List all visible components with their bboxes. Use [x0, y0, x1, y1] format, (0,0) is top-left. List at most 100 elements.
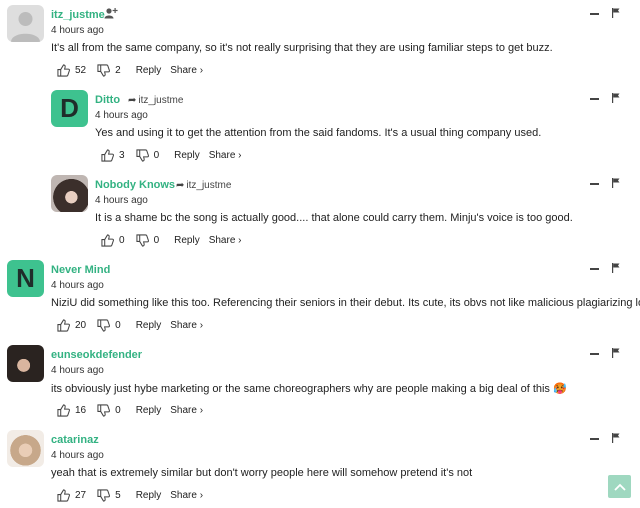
flag-icon[interactable] [612, 93, 620, 103]
downvote-button[interactable]: 0 [135, 233, 171, 247]
avatar[interactable] [51, 175, 88, 212]
dislike-count: 0 [153, 149, 160, 161]
reply-button[interactable]: Reply [174, 235, 200, 246]
reply-arrow-icon: ➦ [176, 180, 185, 191]
comment-text: Yes and using it to get the attention fr… [95, 127, 542, 139]
flag-icon[interactable] [612, 433, 620, 443]
like-count: 16 [75, 404, 87, 416]
minus-icon[interactable] [590, 98, 599, 100]
minus-icon[interactable] [590, 268, 599, 270]
reply-to-label[interactable]: ➦ itz_justme [176, 180, 231, 191]
comment-author[interactable]: Ditto [95, 94, 120, 106]
comment-actions: 20 0 Reply Share › [57, 317, 203, 333]
reply-button[interactable]: Reply [174, 150, 200, 161]
comment-timestamp[interactable]: 4 hours ago [51, 450, 104, 461]
comment-actions: 0 0 Reply Share › [101, 232, 242, 248]
comment-text: its obviously just hybe marketing or the… [51, 382, 567, 395]
avatar-letter: N [16, 263, 35, 293]
share-button[interactable]: Share › [170, 405, 203, 416]
add-user-icon[interactable] [104, 7, 118, 19]
default-user-icon [11, 12, 40, 42]
upvote-button[interactable]: 52 [57, 63, 97, 77]
like-count: 3 [119, 149, 125, 161]
thumbs-down-icon [97, 403, 111, 417]
reply-button[interactable]: Reply [136, 405, 162, 416]
reply-button[interactable]: Reply [136, 65, 162, 76]
comment-text: It's all from the same company, so it's … [51, 42, 553, 54]
downvote-button[interactable]: 0 [135, 148, 171, 162]
thumbs-up-icon [101, 233, 114, 247]
comment-text: NiziU did something like this too. Refer… [51, 297, 640, 309]
comment-actions: 27 5 Reply Share › [57, 487, 203, 503]
upvote-button[interactable]: 3 [101, 148, 136, 162]
dislike-count: 0 [153, 234, 160, 246]
dislike-count: 2 [115, 64, 121, 76]
like-count: 20 [75, 319, 87, 331]
scroll-to-top-button[interactable] [608, 475, 631, 498]
comment-actions: 16 0 Reply Share › [57, 402, 203, 418]
upvote-button[interactable]: 0 [101, 233, 136, 247]
minus-icon[interactable] [590, 353, 599, 355]
flag-icon[interactable] [612, 178, 620, 188]
share-button[interactable]: Share › [209, 150, 242, 161]
minus-icon[interactable] [590, 13, 599, 15]
thumbs-up-icon [57, 403, 70, 417]
comment-actions: 52 2 Reply Share › [57, 62, 203, 78]
flag-icon[interactable] [612, 8, 620, 18]
comment-timestamp[interactable]: 4 hours ago [51, 365, 104, 376]
share-button[interactable]: Share › [170, 490, 203, 501]
chevron-up-icon [613, 483, 626, 491]
thumbs-up-icon [101, 148, 114, 162]
downvote-button[interactable]: 0 [97, 318, 132, 332]
reply-arrow-icon: ➦ [128, 95, 137, 106]
comment-timestamp[interactable]: 4 hours ago [95, 110, 148, 121]
reply-to-label[interactable]: ➦ itz_justme [128, 95, 183, 106]
like-count: 27 [75, 489, 87, 501]
avatar[interactable]: D [51, 90, 88, 127]
avatar[interactable]: N [7, 260, 44, 297]
downvote-button[interactable]: 5 [97, 488, 132, 502]
dislike-count: 0 [115, 404, 121, 416]
comment-author[interactable]: Nobody Knows [95, 179, 175, 191]
minus-icon[interactable] [590, 183, 599, 185]
thumbs-down-icon [97, 63, 111, 77]
comment-author[interactable]: itz_justme [51, 9, 105, 21]
avatar[interactable] [7, 430, 44, 467]
comment-actions: 3 0 Reply Share › [101, 147, 242, 163]
comment-timestamp[interactable]: 4 hours ago [95, 195, 148, 206]
thumbs-up-icon [57, 63, 70, 77]
thumbs-down-icon [135, 148, 149, 162]
thumbs-up-icon [57, 318, 70, 332]
share-button[interactable]: Share › [170, 320, 203, 331]
flag-icon[interactable] [612, 348, 620, 358]
upvote-button[interactable]: 27 [57, 488, 97, 502]
dislike-count: 5 [115, 489, 121, 501]
thumbs-up-icon [57, 488, 70, 502]
comment-author[interactable]: eunseokdefender [51, 349, 142, 361]
comment-timestamp[interactable]: 4 hours ago [51, 280, 104, 291]
thumbs-down-icon [135, 233, 149, 247]
downvote-button[interactable]: 0 [97, 403, 132, 417]
dislike-count: 0 [115, 319, 121, 331]
comment-author[interactable]: Never Mind [51, 264, 110, 276]
upvote-button[interactable]: 20 [57, 318, 97, 332]
flag-icon[interactable] [612, 263, 620, 273]
like-count: 0 [119, 234, 125, 246]
avatar[interactable] [7, 345, 44, 382]
comment-timestamp[interactable]: 4 hours ago [51, 25, 104, 36]
comment-author[interactable]: catarinaz [51, 434, 99, 446]
avatar[interactable] [7, 5, 44, 42]
reply-button[interactable]: Reply [136, 320, 162, 331]
reply-button[interactable]: Reply [136, 490, 162, 501]
minus-icon[interactable] [590, 438, 599, 440]
thumbs-down-icon [97, 318, 111, 332]
thumbs-down-icon [97, 488, 111, 502]
like-count: 52 [75, 64, 87, 76]
emoji: 🥵 [553, 383, 567, 395]
downvote-button[interactable]: 2 [97, 63, 132, 77]
comment-text: yeah that is extremely similar but don't… [51, 467, 473, 479]
share-button[interactable]: Share › [209, 235, 242, 246]
upvote-button[interactable]: 16 [57, 403, 97, 417]
avatar-letter: D [60, 93, 79, 123]
share-button[interactable]: Share › [170, 65, 203, 76]
